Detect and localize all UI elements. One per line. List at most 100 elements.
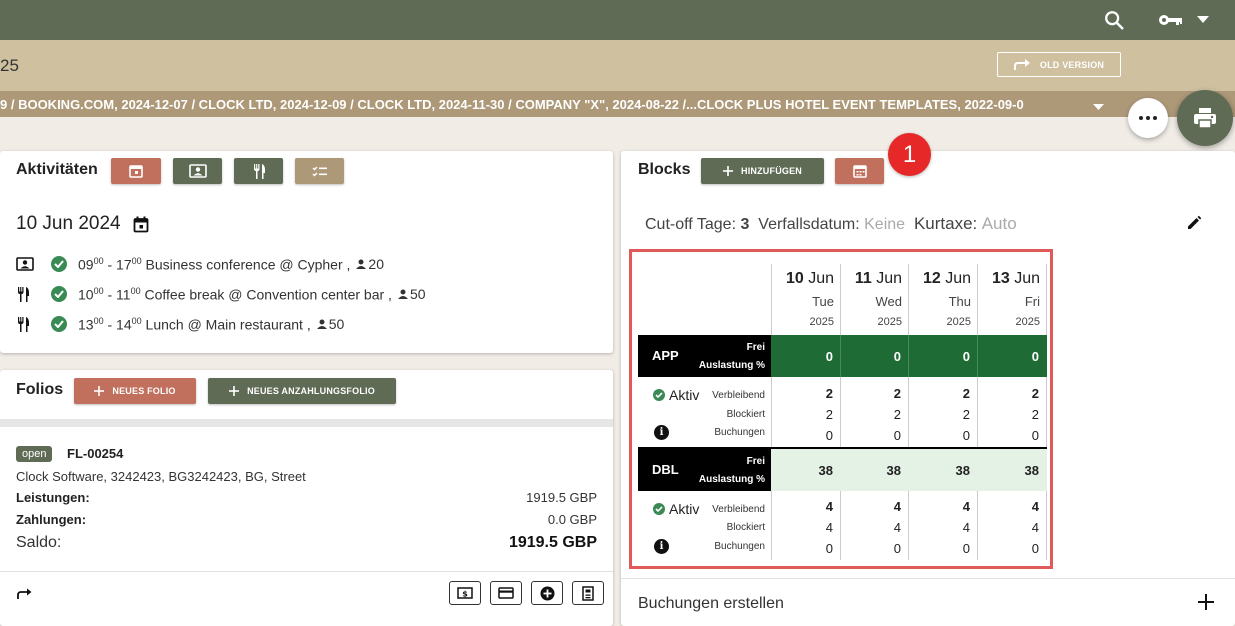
person-icon [397, 289, 408, 299]
expiry-label: Verfallsdatum: [758, 216, 860, 233]
room-label-app[interactable]: APP Frei Auslastung % [638, 335, 771, 377]
day-header: 11 Jun [854, 270, 902, 287]
blocked-value[interactable]: 2 [773, 407, 833, 422]
balance-label: Saldo: [16, 534, 62, 551]
remaining-value: 4 [893, 499, 901, 514]
folio-id[interactable]: FL-00254 [67, 446, 123, 461]
band-value[interactable]: 38 [979, 463, 1039, 478]
grid-line [908, 335, 909, 377]
more-options-button[interactable] [1128, 98, 1168, 138]
day-header: 10 Jun [785, 270, 834, 287]
bookings-label: Buchungen [714, 541, 765, 552]
add-booking-icon[interactable] [1197, 593, 1215, 616]
add-payment-button[interactable] [531, 581, 563, 605]
cutlery-icon [253, 163, 265, 179]
remaining-label: Verbleibend [712, 390, 765, 401]
activity-row[interactable]: 0900 - 1700 Business conference @ Cypher… [16, 254, 384, 274]
blocked-value[interactable]: 4 [841, 520, 901, 535]
services-label: Leistungen: [16, 490, 90, 505]
plus-icon [94, 386, 105, 396]
activity-row[interactable]: 1000 - 1100 Coffee break @ Convention ce… [16, 284, 426, 304]
add-meal-button[interactable] [234, 158, 283, 184]
card-payment-button[interactable] [490, 581, 522, 605]
services-value: 1919.5 GBP [526, 490, 597, 505]
invoice-button[interactable] [572, 581, 604, 605]
add-block-label: HINZUFÜGEN [741, 166, 802, 176]
day-weekday: Tue [812, 294, 834, 309]
check-circle-icon [51, 286, 67, 302]
band-value[interactable]: 38 [841, 463, 901, 478]
occupancy-label: Auslastung % [698, 474, 765, 485]
block-settings-summary: Cut-off Tage: 3 Verfallsdatum: Keine Kur… [645, 214, 1017, 234]
remaining-value: 4 [962, 499, 970, 514]
chevron-down-icon[interactable] [1190, 6, 1216, 34]
cash-button[interactable]: $ [449, 581, 481, 605]
new-deposit-folio-button[interactable]: NEUES ANZAHLUNGSFOLIO [208, 378, 396, 404]
bookings-label: Buchungen [714, 427, 765, 438]
day-weekday: Thu [948, 294, 971, 309]
tax-value: Auto [981, 214, 1017, 233]
activity-text: 1000 - 1100 Coffee break @ Convention ce… [78, 285, 392, 303]
blocked-value[interactable]: 2 [979, 407, 1039, 422]
grid-line [1046, 264, 1047, 560]
bookings-value: 0 [962, 428, 970, 443]
block-calendar-button[interactable] [835, 158, 884, 184]
checklist-button[interactable] [295, 158, 344, 184]
payments-value: 0.0 GBP [547, 512, 597, 527]
edit-icon[interactable] [1186, 215, 1202, 236]
band-value[interactable]: 38 [910, 463, 970, 478]
search-icon[interactable] [1100, 6, 1128, 34]
add-meeting-button[interactable] [173, 158, 222, 184]
plus-icon [723, 166, 733, 176]
band-value[interactable]: 0 [910, 349, 970, 364]
band-value[interactable]: 0 [979, 349, 1039, 364]
blocked-value[interactable]: 4 [979, 520, 1039, 535]
redo-icon [1013, 58, 1030, 70]
remaining-value: 2 [1031, 386, 1039, 401]
blocked-value[interactable]: 4 [910, 520, 970, 535]
calendar-icon[interactable] [133, 216, 149, 233]
cutoff-value: 3 [740, 216, 750, 233]
band-value[interactable]: 0 [773, 349, 833, 364]
activity-row[interactable]: 1300 - 1400 Lunch @ Main restaurant , 50 [16, 314, 344, 334]
new-folio-label: NEUES FOLIO [112, 386, 176, 396]
svg-text:$: $ [462, 590, 468, 599]
create-bookings-title[interactable]: Buchungen erstellen [638, 595, 784, 613]
new-folio-button[interactable]: NEUES FOLIO [74, 378, 196, 404]
remaining-value: 4 [825, 499, 833, 514]
person-icon [316, 319, 327, 329]
activity-guest-count: 50 [397, 286, 426, 302]
bookings-value: 0 [825, 541, 833, 556]
remaining-label: Verbleibend [712, 504, 765, 515]
free-label: Frei [746, 342, 765, 353]
folio-address: Clock Software, 3242423, BG3242423, BG, … [16, 469, 306, 484]
day-header: 12 Jun [922, 270, 971, 287]
room-label-dbl[interactable]: DBL Frei Auslastung % [638, 449, 771, 491]
old-version-button[interactable]: OLD VERSION [997, 52, 1121, 77]
activity-text: 1300 - 1400 Lunch @ Main restaurant , [78, 315, 311, 333]
person-card-icon [188, 164, 207, 178]
chevron-down-icon[interactable] [1093, 99, 1104, 114]
share-icon[interactable] [16, 587, 32, 605]
room-code: APP [652, 348, 679, 363]
breadcrumb-text[interactable]: 9 / BOOKING.COM, 2024-12-07 / CLOCK LTD,… [0, 97, 1082, 112]
print-button[interactable] [1177, 90, 1233, 146]
calendar-button[interactable] [111, 158, 161, 184]
band-value[interactable]: 38 [773, 463, 833, 478]
remaining-value: 2 [962, 386, 970, 401]
breadcrumb: 9 / BOOKING.COM, 2024-12-07 / CLOCK LTD,… [0, 91, 1235, 117]
activity-guest-count: 50 [316, 316, 344, 332]
add-block-button[interactable]: HINZUFÜGEN [701, 158, 824, 184]
band-value[interactable]: 0 [841, 349, 901, 364]
blocked-value[interactable]: 4 [773, 520, 833, 535]
divider [0, 571, 613, 572]
activity-guest-count: 20 [356, 256, 384, 272]
remaining-value: 2 [893, 386, 901, 401]
cutlery-icon [16, 316, 36, 332]
day-header: 13 Jun [991, 270, 1040, 287]
blocked-value[interactable]: 2 [841, 407, 901, 422]
blocked-value[interactable]: 2 [910, 407, 970, 422]
key-icon[interactable] [1156, 6, 1186, 34]
receipt-icon [582, 585, 594, 601]
cutlery-icon [16, 286, 36, 302]
